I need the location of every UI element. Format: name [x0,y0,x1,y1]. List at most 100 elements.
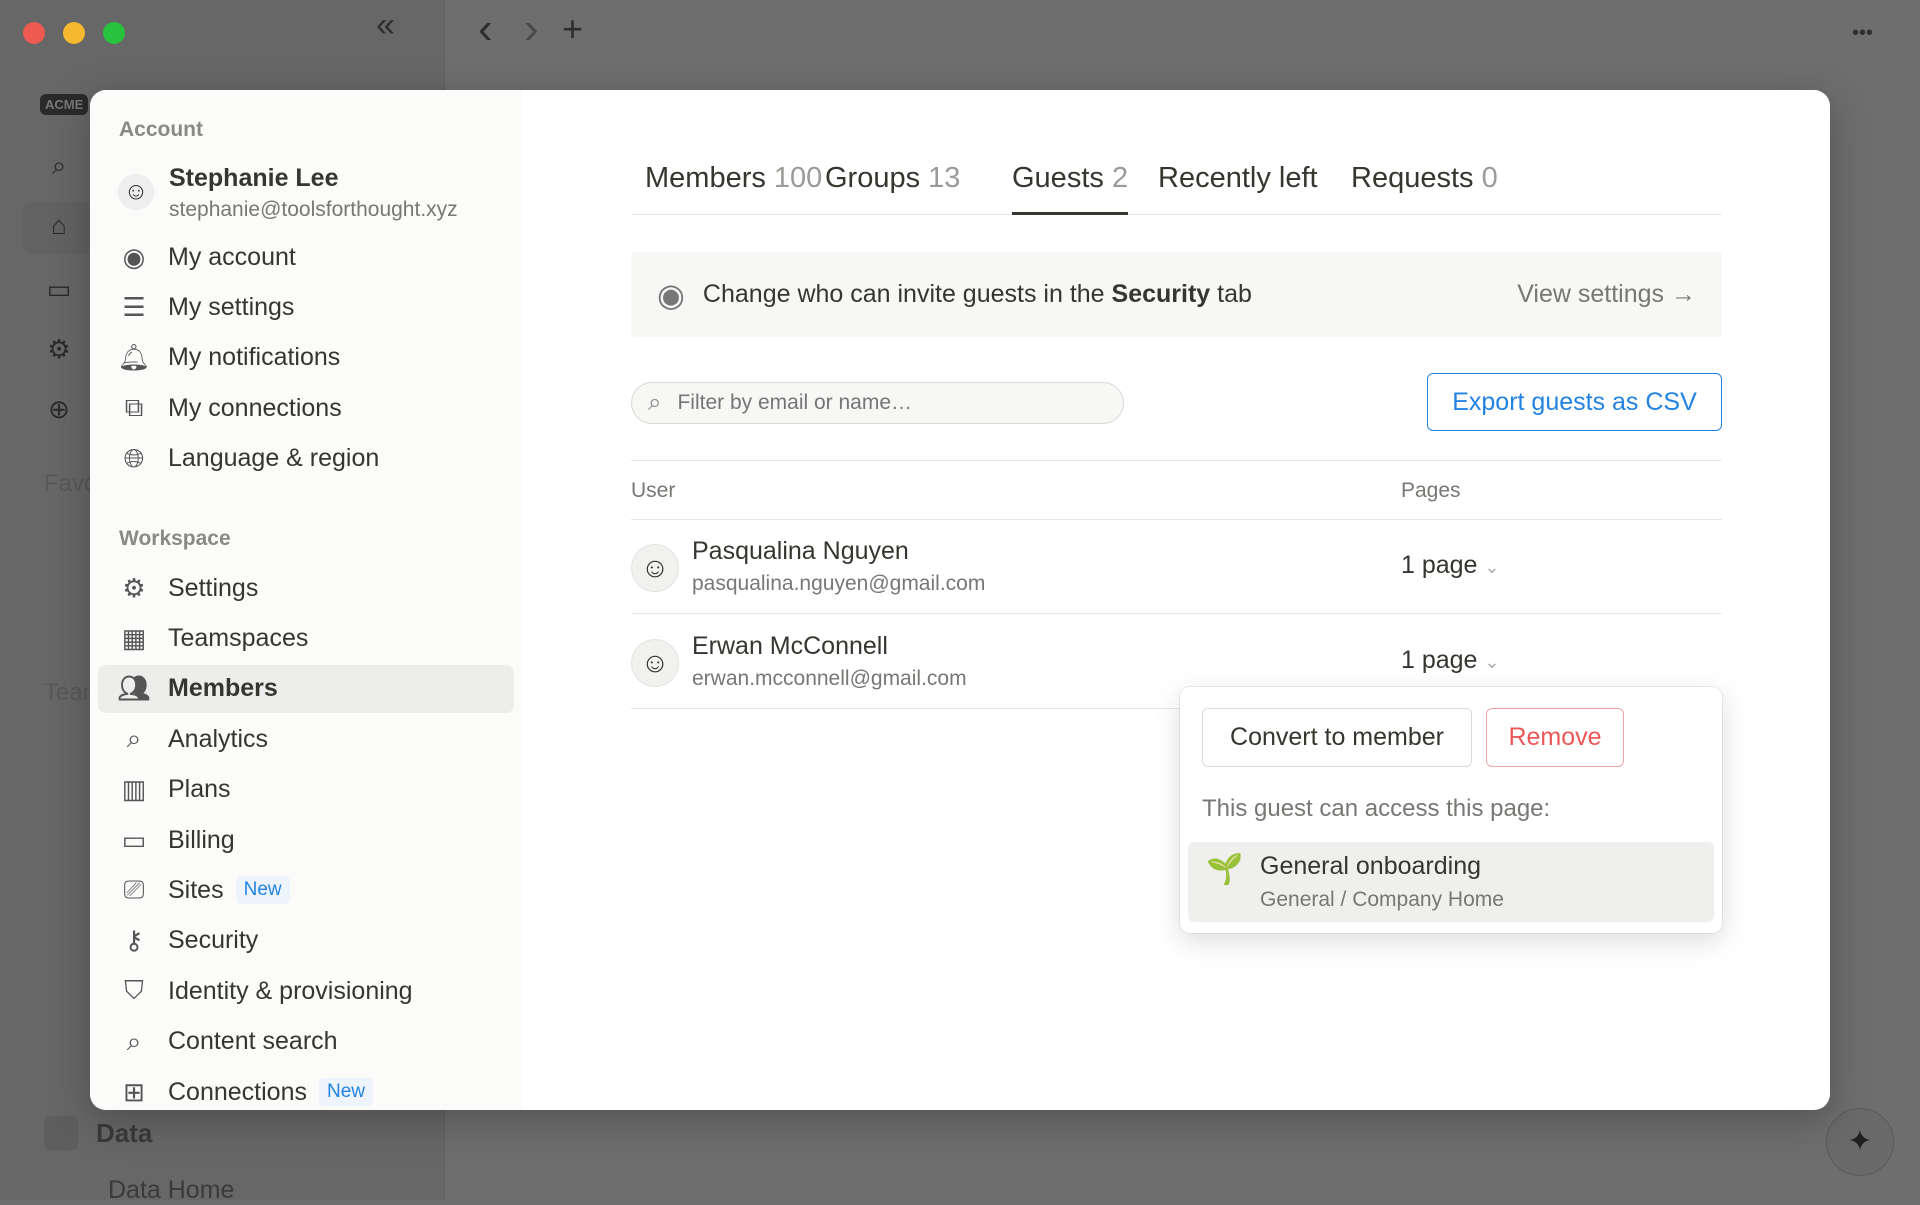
sidebar-item-billing[interactable]: ▭ Billing [98,816,514,864]
sidebar-item-my-notifications[interactable]: 🔔︎ My notifications [98,334,514,382]
new-badge: New [235,876,290,905]
gear-icon[interactable]: ⚙ [46,334,72,365]
filter-search-input[interactable]: ⌕ [631,382,1124,424]
sidebar-item-label: My connections [168,393,342,422]
sidebar-item-content-search[interactable]: ⌕ Content search [98,1018,514,1066]
account-header: Account [119,118,203,141]
access-text: This guest can access this page: [1202,795,1551,822]
credit-card-icon: ▭ [121,824,147,855]
minimize-window-button[interactable] [63,22,85,44]
sidebar-item-my-connections[interactable]: ⧉ My connections [98,384,514,432]
zoom-window-button[interactable] [103,22,125,44]
search-icon: ⌕ [648,389,662,416]
search-icon: ⌕ [126,1025,142,1056]
sidebar-item-label: Security [168,926,259,955]
globe-icon: 🌐︎ [123,442,145,473]
filter-input[interactable] [677,391,1058,415]
user-circle-icon: ◉ [657,276,685,313]
plus-circle-icon[interactable]: ⊕ [46,394,72,425]
sidebar-item-my-account[interactable]: ◉ My account [98,233,514,281]
grid-icon: ⊞ [123,1076,145,1107]
banner-text: Change who can invite guests in the Secu… [702,280,1252,308]
remove-guest-button[interactable]: Remove [1486,708,1624,767]
guest-email: pasqualina.nguyen@gmail.com [692,572,986,595]
gear-icon: ⚙ [122,572,146,603]
sidebar-item-connections[interactable]: ⊞ Connections New [98,1068,514,1110]
data-icon [44,1116,78,1150]
sidebar-item-language-region[interactable]: 🌐︎ Language & region [98,435,514,483]
tabs-divider [631,214,1722,215]
guest-name: Erwan McConnell [692,632,888,660]
close-window-button[interactable] [23,22,45,44]
data-home-page[interactable]: Data Home [108,1176,234,1205]
sidebar-item-label: Sites [168,875,224,904]
ai-sparkle-button[interactable]: ✦ [1826,1108,1894,1176]
settings-sidebar: Account ☺ Stephanie Lee stephanie@toolsf… [90,90,522,1110]
inbox-icon[interactable]: ▭ [46,274,72,305]
tab-members[interactable]: Members 100 [645,162,822,195]
magnifier-sparkle-icon: ⌕ [126,723,142,754]
sidebar-item-sites[interactable]: ⎚ Sites New [98,866,514,914]
page-title: General onboarding [1260,852,1481,880]
sidebar-item-members[interactable]: 👥︎ Members [98,664,514,713]
sidebar-item-teamspaces[interactable]: ▦ Teamspaces [98,614,514,662]
sidebar-item-analytics[interactable]: ⌕ Analytics [98,715,514,763]
sidebar-item-label: Connections [168,1077,307,1106]
workspace-logo[interactable]: ACME [40,94,89,115]
table-top-divider [631,460,1722,461]
tab-requests[interactable]: Requests 0 [1351,162,1498,195]
back-icon[interactable]: ‹ [478,4,493,54]
people-icon: 👥︎ [117,673,151,704]
column-user: User [631,479,676,502]
security-banner: ◉ Change who can invite guests in the Se… [631,252,1722,337]
sidebar-item-identity-provisioning[interactable]: ⛉ Identity & provisioning [98,967,514,1015]
sidebar-item-label: Content search [168,1027,338,1056]
export-csv-button[interactable]: Export guests as CSV [1427,373,1722,431]
sidebar-item-my-settings[interactable]: ☰ My settings [98,283,514,331]
collapse-sidebar-icon[interactable]: « [376,6,395,45]
accessible-page-item[interactable]: 🌱 General onboarding General / Company H… [1188,842,1714,922]
tab-guests[interactable]: Guests 2 [1012,162,1128,195]
guest-actions-popup: Convert to member Remove This guest can … [1180,687,1722,933]
settings-modal: Account ☺ Stephanie Lee stephanie@toolsf… [90,90,1830,1110]
view-settings-link[interactable]: View settings → [1517,280,1696,309]
forward-icon[interactable]: › [524,4,539,54]
tab-groups[interactable]: Groups 13 [825,162,960,195]
browser-cursor-icon: ⎚ [123,874,145,905]
user-circle-icon: ◉ [122,241,146,272]
column-pages: Pages [1401,479,1461,502]
pages-dropdown[interactable]: 1 page ⌄ [1401,551,1500,580]
active-tab-indicator [1012,212,1128,215]
bell-icon: 🔔︎ [117,342,151,373]
sidebar-item-label: My settings [168,292,295,321]
data-teamspace[interactable]: Data [96,1118,152,1149]
chevron-down-icon: ⌄ [1484,652,1500,672]
arrow-box-icon: ⧉ [124,392,144,423]
table-row[interactable]: ☺ Pasqualina Nguyen pasqualina.nguyen@gm… [631,519,1722,614]
more-icon[interactable]: ••• [1852,22,1873,45]
user-name: Stephanie Lee [169,164,339,192]
building-icon: ▦ [121,622,147,653]
page-path: General / Company Home [1260,888,1504,911]
guest-name: Pasqualina Nguyen [692,537,909,565]
sidebar-item-label: Plans [168,775,231,804]
tab-recently-left[interactable]: Recently left [1158,162,1318,195]
sidebar-item-label: Analytics [168,724,269,753]
convert-to-member-button[interactable]: Convert to member [1202,708,1472,767]
guest-email: erwan.mcconnell@gmail.com [692,667,967,690]
pages-dropdown[interactable]: 1 page ⌄ [1401,646,1500,675]
avatar: ☺ [631,544,679,592]
sidebar-item-label: My account [168,242,296,271]
home-icon[interactable]: ⌂ [46,210,72,241]
sidebar-item-settings[interactable]: ⚙ Settings [98,564,514,612]
sidebar-item-plans[interactable]: ▥ Plans [98,766,514,814]
sidebar-item-label: Members [168,674,278,703]
sidebar-item-label: Settings [168,573,259,602]
sidebar-item-security[interactable]: ⚷ Security [98,917,514,965]
search-icon[interactable]: ⌕ [46,150,72,182]
new-badge: New [318,1078,373,1106]
add-tab-icon[interactable]: + [562,8,583,50]
sidebar-item-label: Identity & provisioning [168,976,413,1005]
sidebar-item-label: Language & region [168,444,380,473]
sidebar-item-label: Teamspaces [168,623,309,652]
